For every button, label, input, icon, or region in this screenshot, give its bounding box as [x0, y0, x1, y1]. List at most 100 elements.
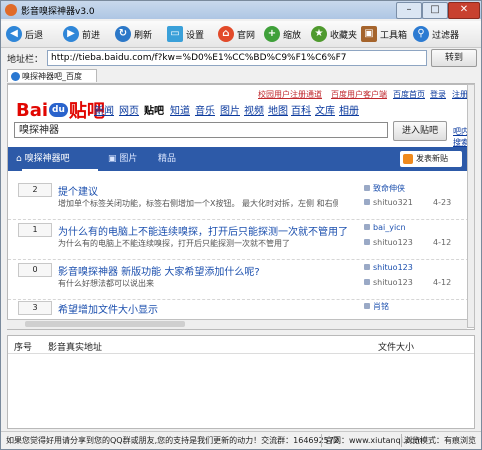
thread-title[interactable]: 影音嗅探神器 新版功能 大家希望添加什么呢? — [58, 263, 260, 278]
tab-images-label: 图片 — [119, 154, 138, 164]
tieba-search-input[interactable]: 嗅探神器 — [14, 122, 388, 138]
thread-title[interactable]: 为什么有的电脑上不能连续嗅探，打开后只能探测一次就不管用了 — [58, 223, 348, 238]
address-bar: 地址栏： http://tieba.baidu.com/f?kw=%D0%E1%… — [1, 49, 481, 67]
thread-author-name: bai_yicn — [373, 223, 406, 232]
thread-abstract: 为什么有的电脑上不能连续嗅探，打开后只能探测一次就不管用了 — [58, 239, 290, 248]
thread-author[interactable]: bai_yicn — [364, 223, 406, 232]
horizontal-scrollbar[interactable] — [7, 319, 467, 329]
status-divider — [321, 434, 322, 447]
thread-date: 4-23 — [433, 198, 452, 207]
new-post-label: 发表新贴 — [416, 154, 448, 163]
forward-icon: ▶ — [63, 26, 79, 42]
pen-icon — [403, 154, 413, 164]
logo-bai: Bai — [16, 99, 49, 121]
list-header-divider — [8, 353, 474, 354]
thread-row[interactable]: 2 提个建议 增加单个标签关闭功能，标签右侧增加一个X按钮。 最大化时对拆，左侧… — [8, 181, 474, 220]
status-mode: 浏览模式：有痕浏览 — [404, 436, 476, 445]
app-window: 影音嗅探神器v3.0 – □ ✕ ◀ 后退 ▶ 前进 ↻ 刷新 ▭ 设置 ⌂ 官… — [0, 0, 482, 450]
maximize-button[interactable]: □ — [422, 2, 448, 19]
minimize-button[interactable]: – — [396, 2, 422, 19]
zoom-button[interactable]: + 缩放 — [264, 24, 301, 44]
nav-album[interactable]: 相册 — [339, 102, 359, 117]
back-button[interactable]: ◀ 后退 — [6, 24, 43, 44]
thread-author[interactable]: 肖铭 — [364, 301, 389, 312]
address-label: 地址栏： — [7, 55, 44, 65]
thread-abstract: 增加单个标签关闭功能，标签右侧增加一个X按钮。 最大化时对拆，左侧 和右侧 … — [58, 199, 338, 208]
enter-tieba-button[interactable]: 进入贴吧 — [393, 121, 447, 141]
col-index[interactable]: 序号 — [14, 340, 32, 353]
tab-featured[interactable]: 精品 — [158, 147, 176, 171]
official-site-button[interactable]: ⌂ 官网 — [218, 24, 255, 44]
thread-author-name: 致命伸侠 — [373, 184, 405, 193]
forward-label: 前进 — [82, 30, 101, 41]
nav-news[interactable]: 新闻 — [94, 102, 114, 117]
baidu-tieba-logo[interactable]: Bai du 贴吧 — [16, 99, 105, 123]
tab-featured-label: 精品 — [158, 154, 177, 164]
reply-icon — [364, 239, 370, 245]
forward-button[interactable]: ▶ 前进 — [63, 24, 100, 44]
last-reply-user[interactable]: shituo321 — [364, 198, 413, 207]
thread-title[interactable]: 提个建议 — [58, 183, 98, 198]
link-login[interactable]: 登录 — [430, 89, 446, 100]
user-icon — [364, 224, 370, 230]
reply-count: 0 — [18, 263, 52, 277]
nav-wenku[interactable]: 文库 — [315, 102, 335, 117]
last-reply-name: shituo321 — [373, 198, 413, 207]
favorites-button[interactable]: ★ 收藏夹 — [311, 24, 357, 44]
close-button[interactable]: ✕ — [448, 2, 480, 19]
image-icon: ▣ — [108, 154, 120, 164]
go-button[interactable]: 转到 — [431, 49, 477, 67]
link-campus-register[interactable]: 校园用户注册通道 — [258, 89, 322, 100]
nav-web[interactable]: 网页 — [119, 102, 139, 117]
thread-author-name: 肖铭 — [373, 302, 389, 311]
status-message: 如果您觉得好用请分享到您的QQ群或朋友,您的支持是我们更新的动力！交流群：164… — [6, 436, 339, 445]
col-file-size[interactable]: 文件大小 — [378, 340, 414, 353]
vertical-scrollbar[interactable] — [467, 84, 475, 328]
horizontal-scroll-thumb[interactable] — [25, 321, 185, 327]
nav-music[interactable]: 音乐 — [195, 102, 215, 117]
thread-row[interactable]: 1 为什么有的电脑上不能连续嗅探，打开后只能探测一次就不管用了 为什么有的电脑上… — [8, 221, 474, 260]
home-icon: ⌂ — [16, 154, 25, 164]
refresh-button[interactable]: ↻ 刷新 — [115, 24, 152, 44]
tab-label: 嗅探神器吧_百度 — [22, 72, 82, 81]
toolbox-label: 工具箱 — [380, 30, 408, 41]
thread-date: 4-12 — [433, 238, 452, 247]
new-post-button[interactable]: 发表新贴 — [400, 151, 462, 167]
refresh-label: 刷新 — [134, 30, 153, 41]
filter-button[interactable]: ⚲ 过滤器 — [413, 24, 459, 44]
thread-title[interactable]: 希望增加文件大小显示 — [58, 301, 158, 316]
nav-zhidao[interactable]: 知道 — [170, 102, 190, 117]
nav-images[interactable]: 图片 — [220, 102, 240, 117]
thread-date: 4-12 — [433, 278, 452, 287]
nav-baike[interactable]: 百科 — [291, 102, 311, 117]
thread-row[interactable]: 0 影音嗅探神器 新版功能 大家希望添加什么呢? 有什么好想法都可以说出来 sh… — [8, 261, 474, 300]
nav-video[interactable]: 视频 — [244, 102, 264, 117]
reply-count: 3 — [18, 301, 52, 315]
official-site-label: 官网 — [237, 30, 256, 41]
settings-button[interactable]: ▭ 设置 — [167, 24, 204, 44]
thread-author[interactable]: 致命伸侠 — [364, 183, 405, 194]
nav-map[interactable]: 地图 — [268, 102, 288, 117]
refresh-icon: ↻ — [115, 26, 131, 42]
thread-author[interactable]: shituo123 — [364, 263, 413, 272]
link-baidu-client[interactable]: 百度用户客户端 — [331, 89, 387, 100]
thread-author-name: shituo123 — [373, 263, 413, 272]
window-title: 影音嗅探神器v3.0 — [21, 7, 95, 17]
tab-forum-home[interactable]: ⌂ 嗅探神器吧 — [16, 147, 98, 171]
forum-tab-bar: ⌂ 嗅探神器吧 ▣ 图片 精品 发表新贴 — [8, 147, 474, 171]
last-reply-user[interactable]: shituo123 — [364, 238, 413, 247]
link-register[interactable]: 注册 — [452, 89, 468, 100]
address-input[interactable]: http://tieba.baidu.com/f?kw=%D0%E1%CC%BD… — [47, 50, 427, 66]
toolbox-button[interactable]: ▣ 工具箱 — [361, 24, 407, 44]
back-icon: ◀ — [6, 26, 22, 42]
last-reply-user[interactable]: shituo123 — [364, 278, 413, 287]
col-real-address[interactable]: 影音真实地址 — [48, 340, 102, 353]
user-icon — [364, 303, 370, 309]
nav-tieba[interactable]: 贴吧 — [144, 102, 164, 117]
tab-images[interactable]: ▣ 图片 — [108, 147, 137, 171]
tab-tieba[interactable]: 嗅探神器吧_百度 — [7, 69, 97, 82]
link-baidu-home[interactable]: 百度首页 — [393, 89, 425, 100]
zoom-label: 缩放 — [283, 30, 302, 41]
title-bar: 影音嗅探神器v3.0 – □ ✕ — [1, 1, 481, 19]
filter-label: 过滤器 — [432, 30, 460, 41]
